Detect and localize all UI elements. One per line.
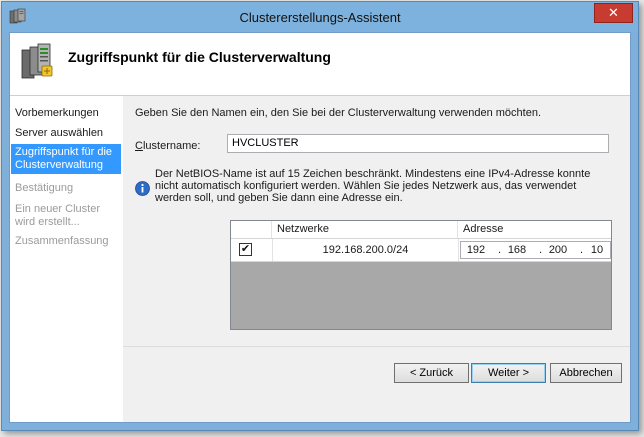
ip-octet-4[interactable]: 10 (583, 242, 611, 258)
network-cell: 192.168.200.0/24 (272, 239, 459, 261)
page-title: Zugriffspunkt für die Clusterverwaltung (68, 49, 331, 65)
intro-text: Geben Sie den Namen ein, den Sie bei der… (135, 107, 542, 119)
cluster-name-input[interactable]: HVCLUSTER (227, 134, 609, 153)
ip-address-input[interactable]: 192 . 168 . 200 . 10 (460, 241, 611, 259)
column-header-adresse[interactable]: Adresse (458, 221, 611, 238)
wizard-client-area: Zugriffspunkt für die Clusterverwaltung … (9, 32, 631, 423)
cluster-name-label-text: lustername: (142, 140, 201, 152)
network-checkbox[interactable]: ✔ (239, 243, 252, 256)
wizard-header: Zugriffspunkt für die Clusterverwaltung (10, 33, 630, 96)
wizard-window: Clustererstellungs-Assistent ✕ Zugriffsp… (1, 1, 639, 431)
ip-octet-2[interactable]: 168 (503, 242, 531, 258)
network-address-table: Netzwerke Adresse ✔ 192.168.200.0/24 192… (230, 220, 612, 330)
close-button[interactable]: ✕ (594, 3, 633, 23)
ip-octet-1[interactable]: 192 (462, 242, 490, 258)
column-header-netzwerke[interactable]: Netzwerke (272, 221, 458, 238)
netbios-info-text: Der NetBIOS-Name ist auf 15 Zeichen besc… (155, 168, 591, 204)
step-bestaetigung: Bestätigung (15, 182, 74, 194)
step-cluster-erstellen: Ein neuer Cluster wird erstellt... (15, 203, 100, 228)
title-bar[interactable]: Clustererstellungs-Assistent ✕ (2, 2, 638, 32)
ip-octet-3[interactable]: 200 (544, 242, 572, 258)
ip-dot: . (539, 244, 543, 256)
wizard-footer: < Zurück Weiter > Abbrechen (123, 346, 630, 422)
column-header-select (231, 221, 272, 238)
step-zugriffspunkt[interactable]: Zugriffspunkt für die Clusterverwaltung (11, 144, 121, 174)
table-header: Netzwerke Adresse (231, 221, 611, 239)
step-server-auswaehlen[interactable]: Server auswählen (11, 127, 121, 140)
window-title: Clustererstellungs-Assistent (239, 10, 401, 25)
cluster-name-label-accesskey: C (135, 140, 143, 152)
next-button[interactable]: Weiter > (471, 363, 546, 383)
cluster-servers-icon (21, 43, 53, 79)
cluster-name-label: Clustername: (135, 140, 200, 152)
back-button[interactable]: < Zurück (394, 363, 469, 383)
step-vorbemerkungen[interactable]: Vorbemerkungen (11, 107, 121, 120)
step-zusammenfassung: Zusammenfassung (15, 235, 109, 247)
table-row[interactable]: ✔ 192.168.200.0/24 192 . 168 . 200 . 10 (231, 239, 611, 262)
ip-dot: . (498, 244, 502, 256)
cancel-button[interactable]: Abbrechen (550, 363, 622, 383)
info-icon (135, 181, 150, 196)
footer-divider (123, 346, 630, 347)
wizard-steps-sidebar: Vorbemerkungen Server auswählen Zugriffs… (10, 96, 122, 422)
